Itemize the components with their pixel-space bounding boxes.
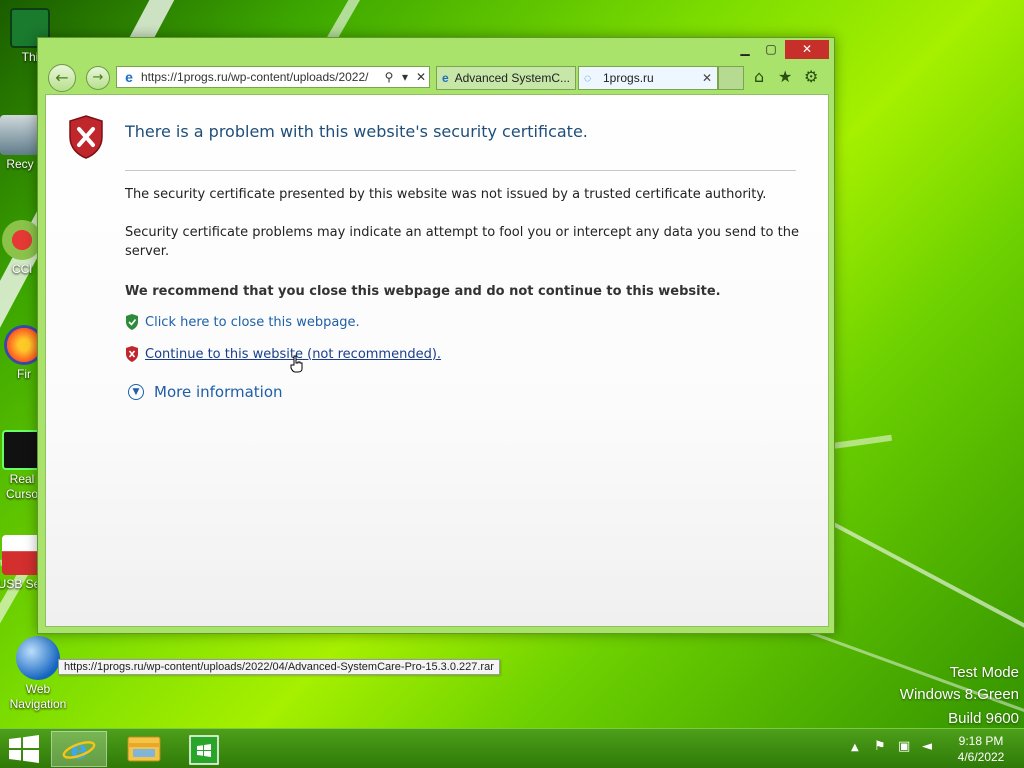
os-name-watermark: Windows 8.Green <box>899 686 1019 703</box>
certificate-message: The security certificate presented by th… <box>125 187 767 202</box>
divider <box>125 170 796 171</box>
green-shield-icon <box>126 314 138 330</box>
tab-advanced-systemcare[interactable]: e Advanced SystemC... <box>436 66 576 90</box>
desktop-icon-label: Web Navigation <box>9 682 67 711</box>
internet-explorer-taskbar-icon[interactable]: e <box>51 731 107 767</box>
back-button[interactable]: ← <box>48 64 76 92</box>
svg-text:e: e <box>71 734 88 765</box>
windows-start-icon[interactable] <box>8 735 40 763</box>
maximize-button[interactable]: ▢ <box>760 40 782 59</box>
browser-window: ▁ ▢ ✕ ← → e https://1progs.ru/wp-content… <box>37 37 835 675</box>
page-content: There is a problem with this website's s… <box>45 94 829 675</box>
page-title: There is a problem with this website's s… <box>125 122 588 141</box>
search-icon[interactable]: ⚲ <box>381 70 397 84</box>
tab-title: Advanced SystemC... <box>454 71 570 85</box>
red-shield-icon <box>126 346 138 362</box>
more-information-toggle[interactable]: ▼ More information <box>128 383 283 401</box>
status-url-tooltip: https://1progs.ru/wp-content/uploads/202… <box>58 659 500 675</box>
action-center-flag-icon[interactable]: ⚑ <box>874 739 886 754</box>
close-window-button[interactable]: ✕ <box>785 40 829 59</box>
test-mode-watermark: Test Mode <box>949 664 1019 681</box>
favorites-star-icon[interactable]: ★ <box>778 67 792 86</box>
address-url[interactable]: https://1progs.ru/wp-content/uploads/202… <box>141 70 381 84</box>
security-error-shield-icon <box>69 115 103 159</box>
stop-icon[interactable]: ✕ <box>413 70 429 84</box>
ie-page-icon: e <box>442 71 449 85</box>
close-webpage-row: Click here to close this webpage. <box>125 314 360 330</box>
tab-1progs[interactable]: ◌ 1progs.ru ✕ <box>578 66 718 90</box>
volume-muted-icon[interactable]: ◄ <box>922 739 932 754</box>
globe-icon <box>16 636 60 680</box>
clock-date: 4/6/2022 <box>957 750 1005 764</box>
file-explorer-taskbar-icon[interactable] <box>116 731 172 767</box>
build-watermark: Build 9600 <box>948 710 1019 727</box>
settings-gear-icon[interactable]: ⚙ <box>804 67 818 86</box>
new-tab-button[interactable] <box>718 66 744 90</box>
show-hidden-icons-chevron-icon[interactable]: ▲ <box>851 742 859 753</box>
arrow-left-icon: ← <box>55 68 69 87</box>
close-tab-icon[interactable]: ✕ <box>702 71 712 85</box>
home-icon[interactable]: ⌂ <box>754 67 764 86</box>
real-cursor-icon <box>2 430 42 470</box>
more-information-label: More information <box>154 383 283 401</box>
network-icon[interactable]: ▣ <box>898 739 910 754</box>
expand-chevron-icon: ▼ <box>128 384 144 400</box>
arrow-right-icon: → <box>92 70 104 85</box>
continue-row: Continue to this website (not recommende… <box>125 346 441 362</box>
chevron-down-icon[interactable]: ▾ <box>397 70 413 84</box>
hand-pointer-cursor-icon <box>290 355 303 373</box>
ie-page-icon: e <box>125 69 133 85</box>
forward-button[interactable]: → <box>86 66 110 90</box>
recycle-bin-icon <box>0 115 40 155</box>
recommendation-text: We recommend that you close this webpage… <box>125 284 721 299</box>
address-bar[interactable]: e https://1progs.ru/wp-content/uploads/2… <box>116 66 430 88</box>
clock-time: 9:18 PM <box>958 734 1004 748</box>
system-clock[interactable]: 9:18 PM 4/6/2022 <box>950 733 1012 765</box>
usb-security-icon <box>2 535 42 575</box>
store-taskbar-icon[interactable] <box>176 731 232 767</box>
loading-spinner-icon: ◌ <box>584 71 592 85</box>
ccleaner-icon <box>2 220 42 260</box>
tab-title: 1progs.ru <box>603 71 654 85</box>
close-webpage-link[interactable]: Click here to close this webpage. <box>145 315 360 330</box>
taskbar: e ▲ ⚑ ▣ ◄ 9:18 PM 4/6/2022 <box>0 728 1024 768</box>
minimize-button[interactable]: ▁ <box>734 40 756 59</box>
wallpaper-stripe <box>828 520 1024 646</box>
warning-message: Security certificate problems may indica… <box>125 225 799 259</box>
